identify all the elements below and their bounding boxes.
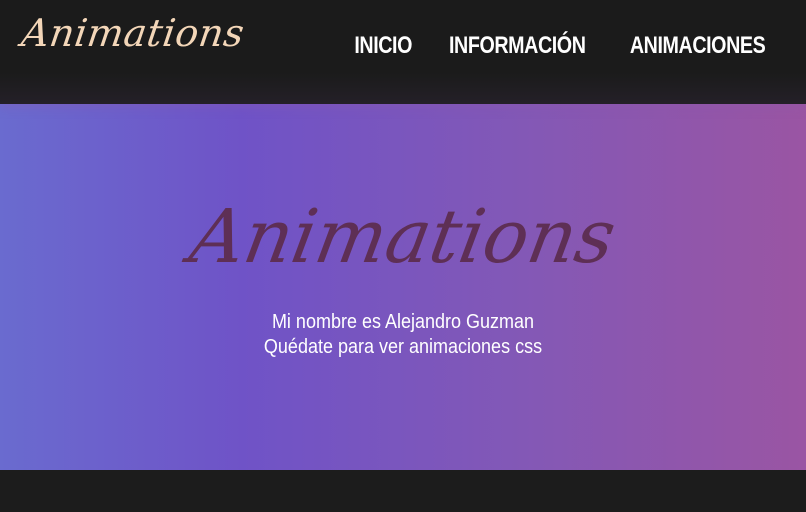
- bottom-band: [0, 470, 806, 512]
- hero-intro: Mi nombre es Alejandro Guzman Quédate pa…: [0, 310, 806, 360]
- hero-title: Animations: [184, 194, 622, 280]
- nav-link-animaciones[interactable]: ANIMACIONES: [630, 32, 766, 60]
- main-nav: INICIO INFORMACIÓN ANIMACIONES: [348, 32, 780, 60]
- hero-section: Animations Mi nombre es Alejandro Guzman…: [0, 104, 806, 470]
- nav-link-informacion[interactable]: INFORMACIÓN: [449, 32, 586, 60]
- hero-intro-line-2: Quédate para ver animaciones css: [263, 336, 543, 358]
- site-logo[interactable]: Animations: [19, 11, 247, 55]
- nav-link-inicio[interactable]: INICIO: [354, 32, 412, 60]
- page: Animations INICIO INFORMACIÓN ANIMACIONE…: [0, 0, 806, 512]
- site-header: Animations INICIO INFORMACIÓN ANIMACIONE…: [0, 0, 806, 104]
- hero-intro-line-1: Mi nombre es Alejandro Guzman: [271, 311, 535, 333]
